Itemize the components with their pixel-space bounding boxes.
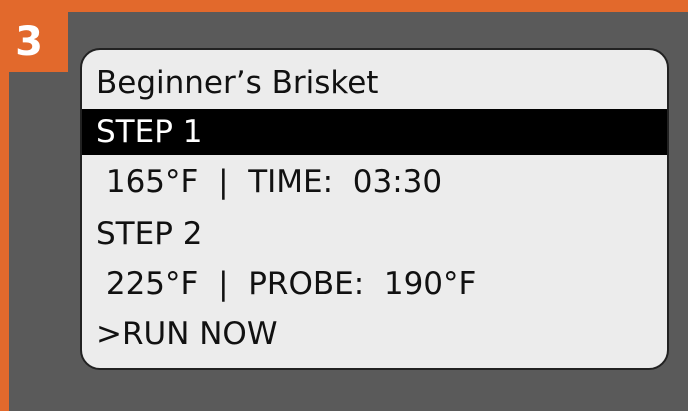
lcd-display: Beginner’s Brisket STEP 1 165°F | TIME: … bbox=[80, 48, 669, 370]
step-2-detail[interactable]: 225°F | PROBE: 190°F bbox=[82, 261, 667, 307]
step-1-detail[interactable]: 165°F | TIME: 03:30 bbox=[82, 159, 667, 205]
step-2-item[interactable]: STEP 2 bbox=[82, 211, 667, 257]
step-number-badge: 3 bbox=[0, 12, 68, 72]
instruction-frame: 3 Beginner’s Brisket STEP 1 165°F | TIME… bbox=[0, 0, 688, 411]
step-1-item[interactable]: STEP 1 bbox=[82, 109, 667, 155]
run-now-option[interactable]: >RUN NOW bbox=[82, 311, 667, 357]
recipe-title[interactable]: Beginner’s Brisket bbox=[82, 60, 667, 106]
